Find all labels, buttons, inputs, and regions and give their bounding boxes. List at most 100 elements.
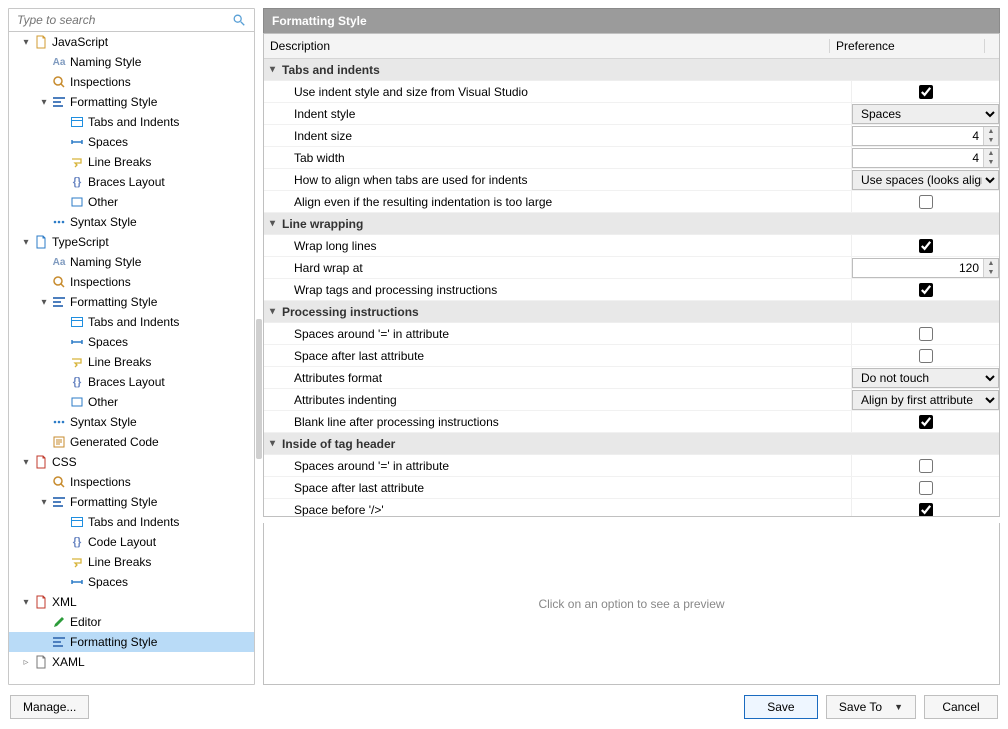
option-row[interactable]: Attributes indentingAlign by first attri…: [264, 389, 999, 411]
tree-node[interactable]: {}Braces Layout: [9, 372, 254, 392]
tree-node[interactable]: ▾Formatting Style: [9, 492, 254, 512]
tree-node-label: Other: [88, 392, 118, 412]
option-row[interactable]: Tab width4▲▼: [264, 147, 999, 169]
pref-number[interactable]: 120▲▼: [852, 258, 999, 278]
pref-checkbox[interactable]: [919, 239, 933, 253]
tree-node[interactable]: Inspections: [9, 272, 254, 292]
pref-checkbox[interactable]: [919, 415, 933, 429]
pref-select[interactable]: Spaces: [852, 104, 999, 124]
expander-icon[interactable]: ▾: [19, 37, 33, 48]
option-row[interactable]: Spaces around '=' in attribute: [264, 323, 999, 345]
tree-node[interactable]: Inspections: [9, 472, 254, 492]
tree-node[interactable]: Other: [9, 392, 254, 412]
tree-node[interactable]: ▹XAML: [9, 652, 254, 672]
section-header[interactable]: ▾Tabs and indents: [264, 59, 999, 81]
tree-node[interactable]: Tabs and Indents: [9, 512, 254, 532]
pref-checkbox[interactable]: [919, 85, 933, 99]
pref-select[interactable]: Use spaces (looks aligned: [852, 170, 999, 190]
save-to-button[interactable]: Save To ▼: [826, 695, 916, 719]
search-input[interactable]: [15, 12, 231, 28]
manage-button[interactable]: Manage...: [10, 695, 89, 719]
tree-node[interactable]: Syntax Style: [9, 412, 254, 432]
tree-node[interactable]: Editor: [9, 612, 254, 632]
section-header[interactable]: ▾Processing instructions: [264, 301, 999, 323]
col-description[interactable]: Description: [264, 39, 830, 53]
option-row[interactable]: Indent styleSpaces: [264, 103, 999, 125]
tree-node[interactable]: ▾Formatting Style: [9, 92, 254, 112]
pref-checkbox[interactable]: [919, 195, 933, 209]
tree-node[interactable]: Tabs and Indents: [9, 312, 254, 332]
save-button[interactable]: Save: [744, 695, 818, 719]
tree-node[interactable]: ▾CSS: [9, 452, 254, 472]
file-icon: [33, 594, 49, 610]
lens-icon: [51, 74, 67, 90]
tree-node[interactable]: Spaces: [9, 572, 254, 592]
option-value: Use spaces (looks aligned: [851, 169, 999, 190]
option-row[interactable]: Spaces around '=' in attribute: [264, 455, 999, 477]
option-row[interactable]: Indent size4▲▼: [264, 125, 999, 147]
option-row[interactable]: Blank line after processing instructions: [264, 411, 999, 433]
expander-icon[interactable]: ▾: [19, 597, 33, 608]
tree-node[interactable]: {}Braces Layout: [9, 172, 254, 192]
expander-icon[interactable]: ▾: [37, 497, 51, 508]
section-header[interactable]: ▾Line wrapping: [264, 213, 999, 235]
tree-node[interactable]: Line Breaks: [9, 552, 254, 572]
settings-tree[interactable]: ▾JavaScriptAaNaming StyleInspections▾For…: [9, 32, 254, 684]
spin-down-icon[interactable]: ▼: [984, 268, 998, 277]
pref-checkbox[interactable]: [919, 349, 933, 363]
expander-icon[interactable]: ▾: [37, 97, 51, 108]
tree-node[interactable]: Formatting Style: [9, 632, 254, 652]
expander-icon[interactable]: ▾: [19, 457, 33, 468]
option-row[interactable]: How to align when tabs are used for inde…: [264, 169, 999, 191]
pref-checkbox[interactable]: [919, 503, 933, 517]
tree-node[interactable]: Tabs and Indents: [9, 112, 254, 132]
option-row[interactable]: Space after last attribute: [264, 345, 999, 367]
pref-checkbox[interactable]: [919, 283, 933, 297]
pref-checkbox[interactable]: [919, 459, 933, 473]
tree-node-label: Spaces: [88, 332, 128, 352]
tree-node[interactable]: Line Breaks: [9, 352, 254, 372]
tree-node[interactable]: Syntax Style: [9, 212, 254, 232]
splitter[interactable]: [255, 8, 263, 685]
tree-node[interactable]: Other: [9, 192, 254, 212]
pref-select[interactable]: Do not touch: [852, 368, 999, 388]
cancel-button[interactable]: Cancel: [924, 695, 998, 719]
spin-up-icon[interactable]: ▲: [984, 259, 998, 268]
expander-icon[interactable]: ▾: [37, 297, 51, 308]
tree-node[interactable]: AaNaming Style: [9, 52, 254, 72]
tree-node[interactable]: Inspections: [9, 72, 254, 92]
option-row[interactable]: Hard wrap at120▲▼: [264, 257, 999, 279]
tree-node[interactable]: ▾XML: [9, 592, 254, 612]
tree-node[interactable]: AaNaming Style: [9, 252, 254, 272]
pref-checkbox[interactable]: [919, 481, 933, 495]
option-row[interactable]: Attributes formatDo not touch: [264, 367, 999, 389]
option-row[interactable]: Wrap long lines: [264, 235, 999, 257]
aa-icon: Aa: [51, 54, 67, 70]
pref-number[interactable]: 4▲▼: [852, 148, 999, 168]
tree-node[interactable]: Spaces: [9, 132, 254, 152]
tree-node[interactable]: {}Code Layout: [9, 532, 254, 552]
option-row[interactable]: Space before '/>': [264, 499, 999, 516]
section-header[interactable]: ▾Inside of tag header: [264, 433, 999, 455]
pref-select[interactable]: Align by first attribute: [852, 390, 999, 410]
col-preference[interactable]: Preference: [830, 39, 985, 53]
expander-icon[interactable]: ▾: [19, 237, 33, 248]
spin-down-icon[interactable]: ▼: [984, 158, 998, 167]
tree-node[interactable]: Spaces: [9, 332, 254, 352]
option-row[interactable]: Align even if the resulting indentation …: [264, 191, 999, 213]
spin-up-icon[interactable]: ▲: [984, 149, 998, 158]
expander-icon[interactable]: ▹: [19, 657, 33, 668]
tree-node[interactable]: ▾TypeScript: [9, 232, 254, 252]
option-row[interactable]: Space after last attribute: [264, 477, 999, 499]
tree-node[interactable]: ▾JavaScript: [9, 32, 254, 52]
spin-up-icon[interactable]: ▲: [984, 127, 998, 136]
table-body[interactable]: ▾Tabs and indentsUse indent style and si…: [264, 59, 999, 516]
tree-node[interactable]: Generated Code: [9, 432, 254, 452]
pref-checkbox[interactable]: [919, 327, 933, 341]
tree-node[interactable]: Line Breaks: [9, 152, 254, 172]
pref-number[interactable]: 4▲▼: [852, 126, 999, 146]
option-row[interactable]: Use indent style and size from Visual St…: [264, 81, 999, 103]
tree-node[interactable]: ▾Formatting Style: [9, 292, 254, 312]
spin-down-icon[interactable]: ▼: [984, 136, 998, 145]
option-row[interactable]: Wrap tags and processing instructions: [264, 279, 999, 301]
